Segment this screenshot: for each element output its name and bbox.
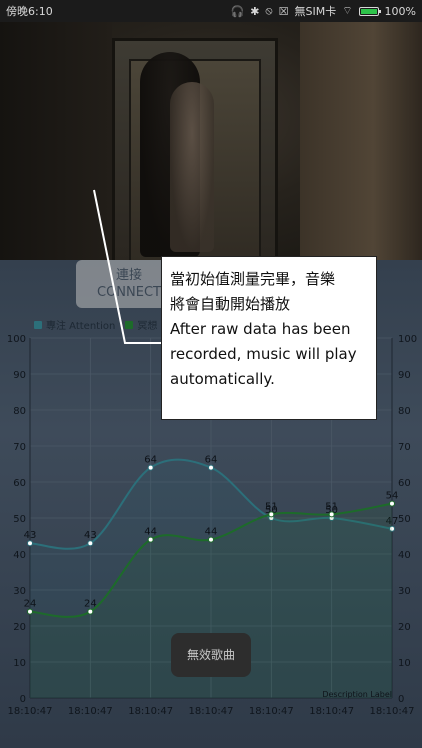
annotation-zh-line2: 將會自動開始播放 <box>170 295 291 313</box>
annotation-box: 當初始值測量完畢，音樂 將會自動開始播放 After raw data has … <box>161 256 377 420</box>
annotation-zh-line1: 當初始值測量完畢，音樂 <box>170 270 336 288</box>
annotation-en-line1: After raw data has been <box>170 320 351 338</box>
annotation-en-line2: recorded, music will play <box>170 345 357 363</box>
annotation-en-line3: automatically. <box>170 370 275 388</box>
